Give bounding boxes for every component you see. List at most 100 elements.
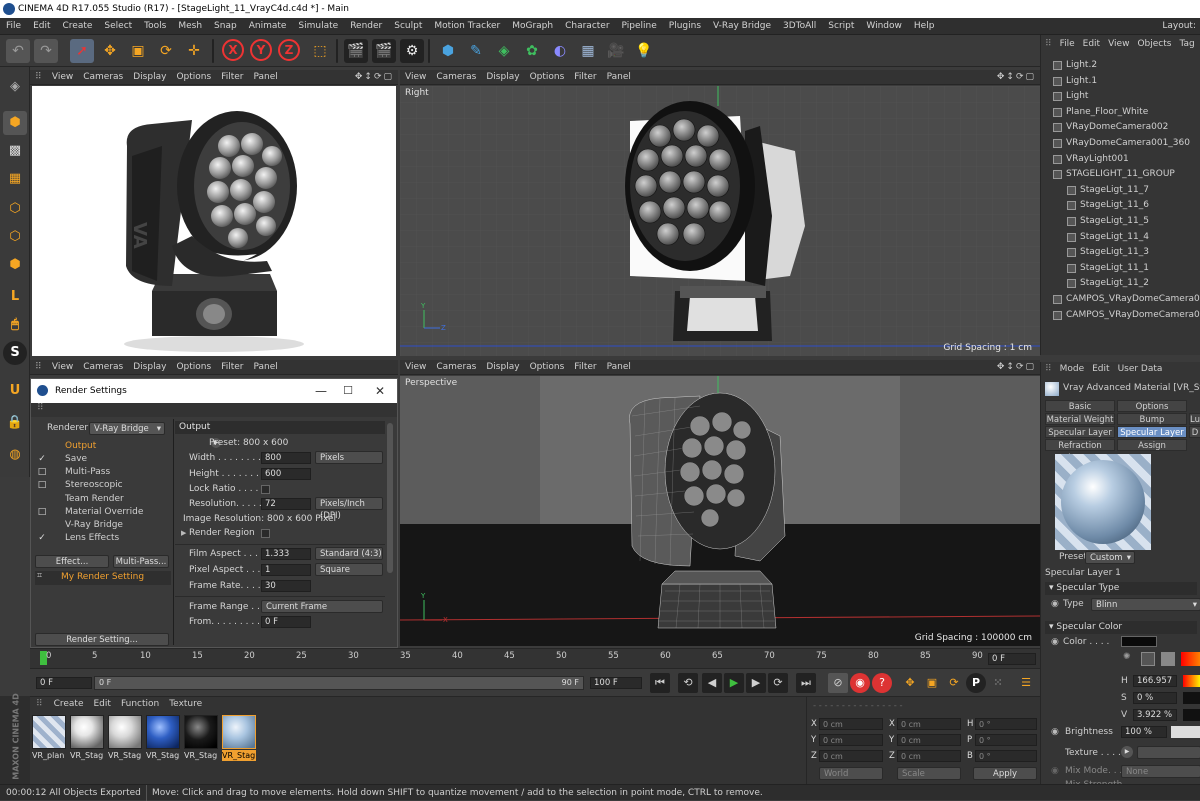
vp-menu-cameras[interactable]: Cameras: [78, 360, 128, 374]
color-gradient-icon[interactable]: [1181, 652, 1200, 666]
am-menu-edit[interactable]: Edit: [1088, 364, 1113, 374]
end-frame-field[interactable]: 100 F: [590, 677, 642, 689]
viewport-nav-icons[interactable]: ✥↕⟳▢: [997, 70, 1036, 84]
specular-color-section[interactable]: ▾ Specular Color: [1045, 621, 1197, 634]
object-row[interactable]: CAMPOS_VRayDomeCamera001_: [1041, 308, 1200, 323]
previous-key-icon[interactable]: ⟲: [678, 673, 698, 693]
magnet-icon[interactable]: U: [3, 379, 27, 403]
vp-menu-filter[interactable]: Filter: [569, 360, 601, 374]
minimize-icon[interactable]: —: [315, 379, 327, 403]
array-generator-icon[interactable]: ✿: [520, 39, 544, 63]
edges-mode-icon[interactable]: ⬡: [3, 225, 27, 249]
model-mode-icon[interactable]: ⬢: [3, 111, 27, 135]
deformer-icon[interactable]: ◐: [548, 39, 572, 63]
live-selection-icon[interactable]: ➚: [70, 39, 94, 63]
specular-type-section[interactable]: ▾ Specular Type: [1045, 582, 1197, 595]
y-axis-lock-icon[interactable]: Y: [250, 39, 272, 61]
undo-icon[interactable]: ↶: [6, 39, 30, 63]
rs-item-output[interactable]: Output: [35, 440, 171, 453]
vp-menu-panel[interactable]: Panel: [602, 70, 636, 84]
x-axis-lock-icon[interactable]: X: [222, 39, 244, 61]
menu-render[interactable]: Render: [344, 18, 388, 34]
position-key-icon[interactable]: ✥: [900, 673, 920, 693]
tab-specular-layer-2[interactable]: Specular Layer 2: [1045, 426, 1115, 450]
rs-item-check[interactable]: □: [37, 506, 47, 519]
menu-script[interactable]: Script: [822, 18, 860, 34]
next-frame-icon[interactable]: ▶: [746, 673, 766, 693]
polygons-mode-icon[interactable]: ⬢: [3, 253, 27, 277]
object-row[interactable]: StageLigt_11_2: [1041, 276, 1200, 291]
close-icon[interactable]: ✕: [375, 379, 385, 403]
rs-item-stereoscopic[interactable]: □ Stereoscopic: [35, 479, 171, 492]
effect-button[interactable]: Effect...: [35, 555, 109, 568]
vp-menu-options[interactable]: Options: [171, 70, 216, 84]
specular-type-dropdown[interactable]: Blinn ▾: [1091, 598, 1200, 611]
tab-material-weight[interactable]: Material Weight: [1045, 413, 1115, 425]
menu-snap[interactable]: Snap: [208, 18, 243, 34]
point-level-animation-icon[interactable]: ⁙: [988, 673, 1008, 693]
render-settings-scrollbar[interactable]: [387, 423, 393, 573]
go-to-end-icon[interactable]: ⏭: [796, 673, 816, 693]
object-row[interactable]: StageLigt_11_4: [1041, 230, 1200, 245]
coord-size-y-input[interactable]: 0 cm: [897, 734, 961, 746]
object-row[interactable]: VRayLight001: [1041, 152, 1200, 167]
tab-basic[interactable]: Basic: [1045, 400, 1115, 412]
menu-plugins[interactable]: Plugins: [663, 18, 707, 34]
coord-world-dropdown[interactable]: World: [819, 767, 883, 780]
material-swatch[interactable]: VR_plan: [32, 715, 66, 761]
start-frame-field[interactable]: 0 F: [36, 677, 92, 689]
light-icon[interactable]: 💡: [632, 39, 656, 63]
v-slider[interactable]: [1183, 709, 1200, 721]
texture-expand-icon[interactable]: ▶: [1121, 746, 1133, 758]
menu-edit[interactable]: Edit: [27, 18, 56, 34]
animate-dot-icon[interactable]: ◉: [1051, 599, 1059, 609]
vp-menu-panel[interactable]: Panel: [248, 360, 282, 374]
object-row[interactable]: StageLigt_11_5: [1041, 214, 1200, 229]
coord-size-x-input[interactable]: 0 cm: [897, 718, 961, 730]
object-row[interactable]: Plane_Floor_White: [1041, 105, 1200, 120]
menu-create[interactable]: Create: [57, 18, 99, 34]
my-render-setting-row[interactable]: ⌗ My Render Setting: [35, 571, 171, 585]
render-region-checkbox[interactable]: [261, 529, 270, 538]
resolution-unit-dropdown[interactable]: Pixels/Inch (DPI): [315, 497, 383, 521]
vp-menu-display[interactable]: Display: [128, 360, 171, 374]
parameter-key-icon[interactable]: P: [966, 673, 986, 693]
move-tool-icon[interactable]: ✥: [98, 39, 122, 63]
specular-color-swatch[interactable]: [1121, 636, 1157, 647]
om-menu-objects[interactable]: Objects: [1133, 39, 1175, 49]
axis-mode-icon[interactable]: L: [3, 285, 27, 309]
tab-bump[interactable]: Bump: [1117, 413, 1187, 425]
rs-item-vray-bridge[interactable]: V-Ray Bridge: [35, 519, 171, 532]
brightness-input[interactable]: 100 %: [1121, 726, 1167, 738]
tweak-mode-icon[interactable]: 🖱: [3, 313, 27, 337]
tab-specular-layer-1[interactable]: Specular Layer 1: [1117, 426, 1187, 450]
object-row[interactable]: Light.1: [1041, 74, 1200, 89]
rs-item-check[interactable]: [37, 493, 47, 506]
coord-apply-button[interactable]: Apply: [973, 767, 1037, 780]
render-setting-button[interactable]: Render Setting...: [35, 633, 169, 646]
h-slider[interactable]: [1183, 675, 1200, 687]
rotate-tool-icon[interactable]: ⟳: [154, 39, 178, 63]
rs-item-save[interactable]: ✓ Save: [35, 453, 171, 466]
renderer-dropdown[interactable]: V-Ray Bridge ▾: [89, 422, 165, 435]
rs-item-check[interactable]: [37, 519, 47, 532]
preview-range-slider[interactable]: 0 F 90 F: [94, 676, 584, 690]
texture-slot[interactable]: [1137, 746, 1200, 759]
height-input[interactable]: 600: [261, 468, 311, 480]
frame-rate-input[interactable]: 30: [261, 580, 311, 592]
floor-scene-icon[interactable]: ▦: [576, 39, 600, 63]
pixel-aspect-input[interactable]: 1: [261, 564, 311, 576]
vp-menu-display[interactable]: Display: [481, 360, 524, 374]
tab-refraction-layer[interactable]: Refraction Layer: [1045, 439, 1115, 463]
make-editable-icon[interactable]: ◈: [3, 75, 27, 99]
camera-icon[interactable]: 🎥: [604, 39, 628, 63]
vp-menu-view[interactable]: View: [47, 360, 78, 374]
vp-menu-display[interactable]: Display: [481, 70, 524, 84]
vp-menu-filter[interactable]: Filter: [216, 70, 248, 84]
viewport-nav-icons[interactable]: ✥↕⟳▢: [355, 70, 394, 84]
vp-menu-options[interactable]: Options: [525, 360, 570, 374]
color-spectrum-icon[interactable]: [1141, 652, 1155, 666]
rs-item-check[interactable]: □: [37, 479, 47, 492]
render-view-icon[interactable]: 🎬: [344, 39, 368, 63]
coord-pos-x-input[interactable]: 0 cm: [819, 718, 883, 730]
